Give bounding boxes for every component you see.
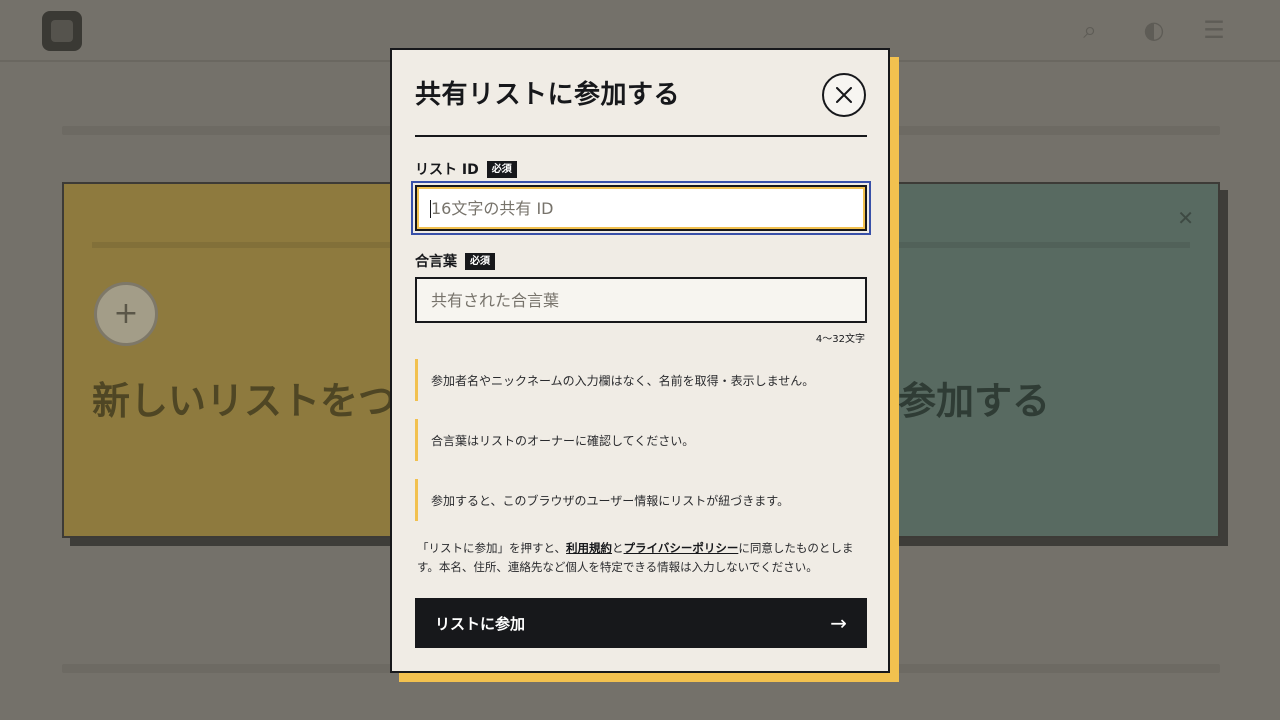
terms-link[interactable]: 利用規約	[566, 541, 612, 555]
help-icon: ◐	[1143, 16, 1165, 44]
close-icon	[836, 87, 852, 103]
join-list-dialog: 共有リストに参加する リスト ID 必須 合言葉 必須 4〜32文字 参加者名や…	[390, 48, 890, 673]
card-create-title: 新しいリストをつく	[92, 379, 435, 423]
dialog-title: 共有リストに参加する	[415, 80, 681, 110]
join-list-button[interactable]: リストに参加 →	[415, 598, 867, 648]
close-button[interactable]	[822, 73, 866, 117]
notice-item: 参加者名やニックネームの入力欄はなく、名前を取得・表示しません。	[415, 359, 867, 401]
required-badge: 必須	[486, 160, 517, 178]
required-badge: 必須	[465, 252, 495, 270]
passphrase-length-hint: 4〜32文字	[815, 334, 865, 345]
plus-icon: +	[94, 282, 158, 346]
close-icon: ✕	[1177, 206, 1194, 230]
notice-item: 参加すると、このブラウザのユーザー情報にリストが紐づきます。	[415, 479, 867, 521]
menu-icon: ☰	[1203, 16, 1225, 44]
arrow-right-icon: →	[830, 611, 847, 635]
passphrase-label: 合言葉 必須	[415, 251, 495, 271]
title-divider	[415, 135, 867, 137]
list-id-input[interactable]	[415, 185, 867, 231]
privacy-policy-link[interactable]: プライバシーポリシー	[624, 541, 739, 555]
notice-item: 合言葉はリストのオーナーに確認してください。	[415, 419, 867, 461]
card-join-title: 参加する	[898, 379, 1051, 423]
legal-notice: 「リストに参加」を押すと、利用規約とプライバシーポリシーに同意したものとします。…	[417, 541, 854, 574]
text-caret	[430, 200, 431, 218]
app-logo-icon	[42, 11, 82, 51]
search-icon: ⌕	[1083, 16, 1097, 44]
join-list-button-label: リストに参加	[435, 614, 526, 633]
passphrase-input[interactable]	[415, 277, 867, 323]
list-id-label: リスト ID 必須	[415, 159, 517, 179]
